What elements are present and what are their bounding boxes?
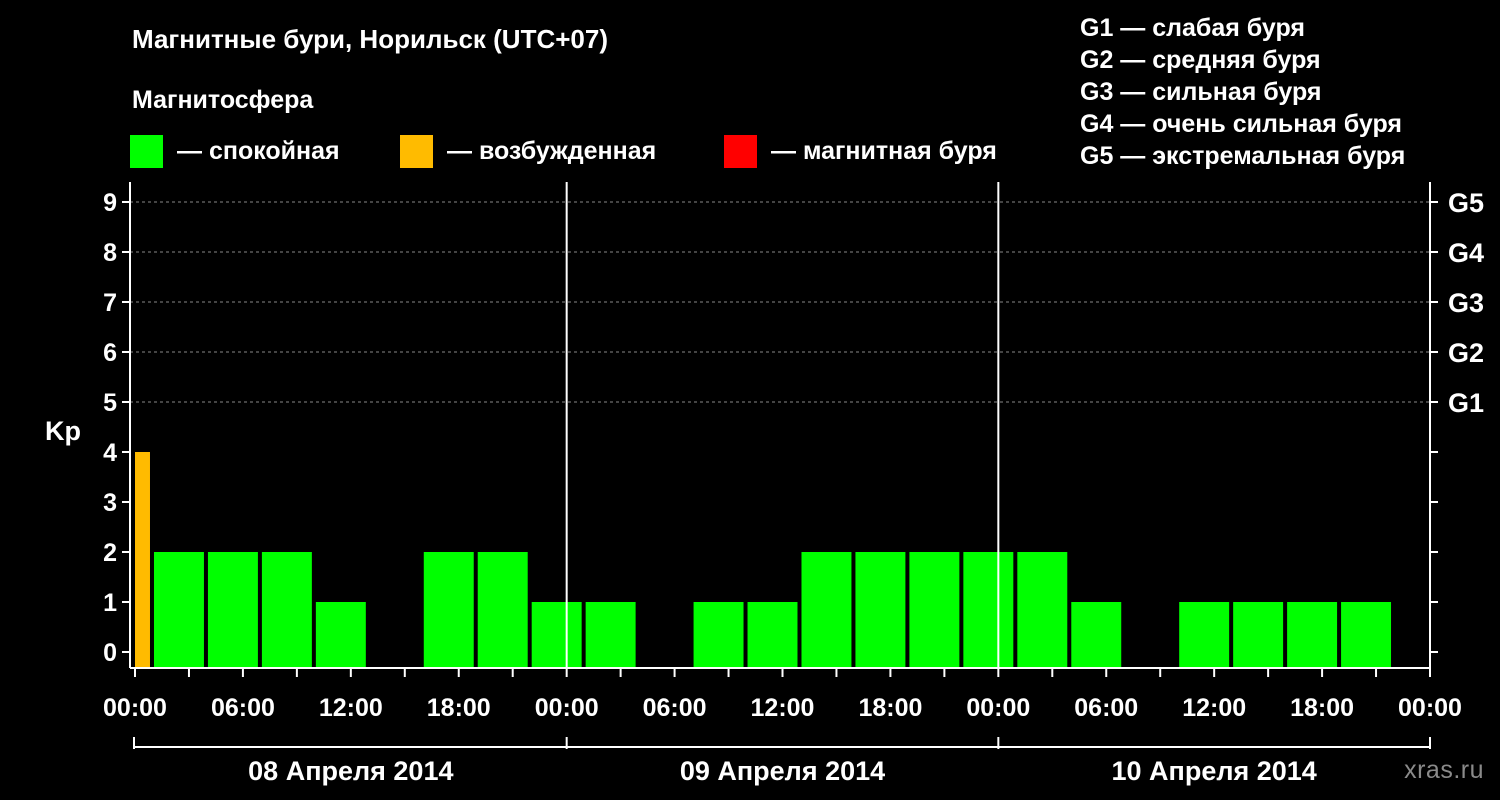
- kp-bar: [135, 452, 150, 668]
- x-tick-label: 18:00: [858, 694, 922, 722]
- kp-bar: [585, 602, 636, 668]
- y-tick-label: 9: [103, 189, 117, 217]
- y-tick-label: 2: [103, 539, 117, 567]
- kp-bar: [531, 602, 582, 668]
- kp-bar: [423, 552, 474, 668]
- kp-chart: 0 1 2 3 4 5 6 7 8 9 G1 G2 G3 G4 G5 00:00 06:00 12:00 18:00…: [45, 182, 1484, 786]
- kp-bar: [1017, 552, 1068, 668]
- y-tick-label: 7: [103, 289, 117, 317]
- x-tick-label: 12:00: [1182, 694, 1246, 722]
- x-tick-label: 00:00: [1398, 694, 1462, 722]
- kp-bar: [477, 552, 528, 668]
- kp-bar: [855, 552, 906, 668]
- kp-bar: [261, 552, 312, 668]
- kp-bar: [153, 552, 204, 668]
- g-level-label: G4: [1448, 238, 1484, 268]
- x-tick-label: 18:00: [1290, 694, 1354, 722]
- kp-bar: [1287, 602, 1338, 668]
- g-level-label: G1: [1448, 388, 1484, 418]
- day-label: 08 Апреля 2014: [248, 756, 453, 786]
- kp-bar: [1233, 602, 1284, 668]
- kp-bar: [801, 552, 852, 668]
- x-tick-label: 00:00: [535, 694, 599, 722]
- y-axis-label: Kp: [45, 416, 81, 446]
- kp-bar: [909, 552, 960, 668]
- x-tick-label: 06:00: [1074, 694, 1138, 722]
- y-tick-label: 3: [103, 489, 117, 517]
- g-level-label: G5: [1448, 188, 1484, 218]
- x-tick-label: 00:00: [103, 694, 167, 722]
- y-tick-label: 8: [103, 239, 117, 267]
- kp-bar: [963, 552, 1014, 668]
- kp-bar: [693, 602, 744, 668]
- day-label: 09 Апреля 2014: [680, 756, 885, 786]
- kp-bar: [1179, 602, 1230, 668]
- kp-bar: [315, 602, 366, 668]
- day-label: 10 Апреля 2014: [1112, 756, 1317, 786]
- y-tick-label: 6: [103, 339, 117, 367]
- watermark: xras.ru: [1404, 756, 1484, 784]
- y-tick-label: 4: [103, 439, 117, 467]
- kp-bar: [1071, 602, 1122, 668]
- x-tick-label: 06:00: [643, 694, 707, 722]
- grid-layer: [130, 201, 1430, 403]
- y-tick-label: 1: [103, 589, 117, 617]
- y-tick-label: 0: [103, 639, 117, 667]
- x-tick-label: 12:00: [751, 694, 815, 722]
- g-level-label: G2: [1448, 338, 1484, 368]
- axes-layer: 0 1 2 3 4 5 6 7 8 9 G1 G2 G3 G4 G5 00:00 06:00 12:00 18:00…: [103, 182, 1484, 786]
- kp-bar: [747, 602, 798, 668]
- y-tick-label: 5: [103, 389, 117, 417]
- x-tick-label: 12:00: [319, 694, 383, 722]
- kp-bar: [1341, 602, 1392, 668]
- x-tick-label: 06:00: [211, 694, 275, 722]
- g-level-label: G3: [1448, 288, 1484, 318]
- kp-bar: [207, 552, 258, 668]
- x-tick-label: 00:00: [966, 694, 1030, 722]
- x-tick-label: 18:00: [427, 694, 491, 722]
- bars-layer: [135, 452, 1392, 668]
